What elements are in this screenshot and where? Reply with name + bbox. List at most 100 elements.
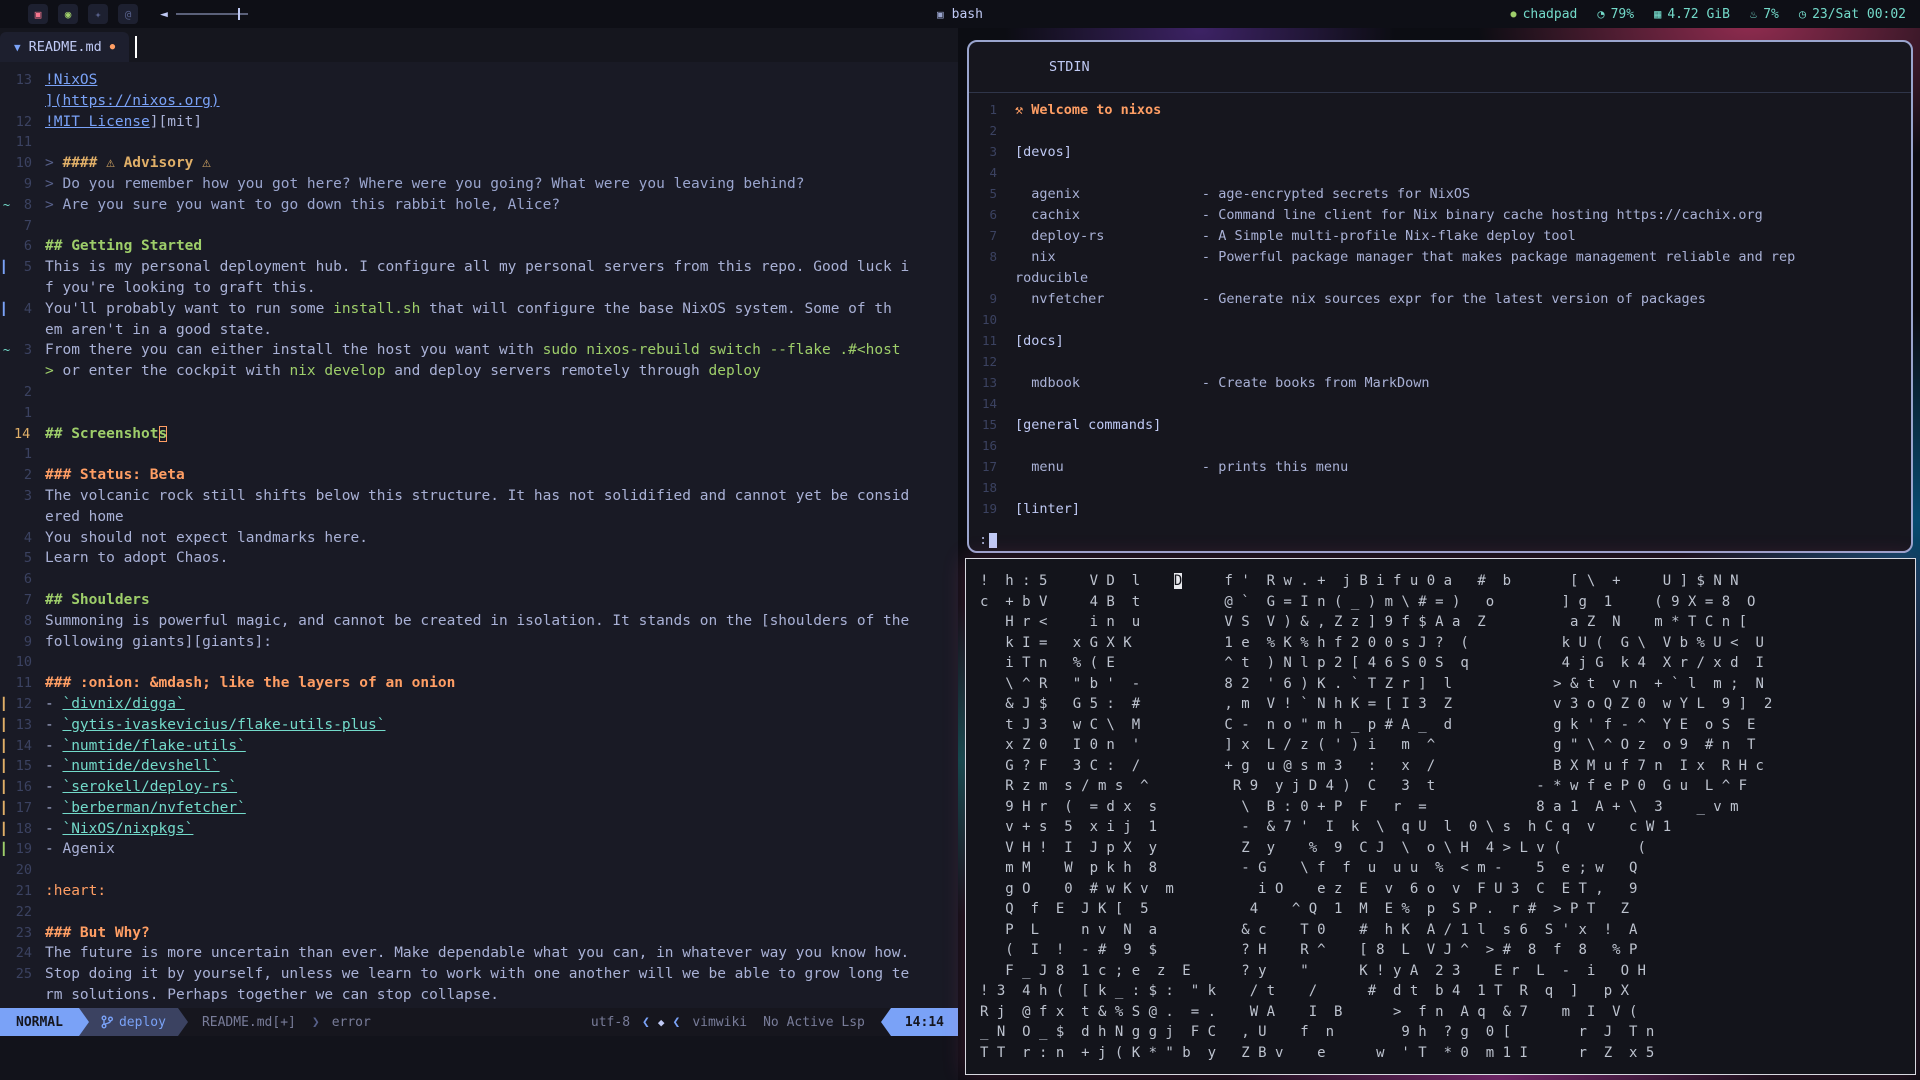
- editor-line[interactable]: 20: [0, 860, 958, 881]
- editor-line[interactable]: 12 !MIT License][mit]: [0, 112, 958, 133]
- volume-slider[interactable]: [175, 8, 248, 20]
- glyph-row: g O 0 # w K v m i O e z E v 6 o v F U 3 …: [980, 880, 1638, 897]
- editor-line[interactable]: 10 > #### ⚠ Advisory ⚠: [0, 153, 958, 174]
- glyph-row: Q f E J K [ 5 4 ^ Q 1 M E % p S P . r # …: [980, 901, 1630, 917]
- pager-row: 12: [981, 354, 997, 369]
- editor-line[interactable]: 14 ## Screenshots: [0, 424, 958, 445]
- editor-line[interactable]: ▎ 19- Agenix: [0, 839, 958, 860]
- editor-line[interactable]: 1: [0, 444, 958, 465]
- glyph-row: t J 3 w C \ M C - n o " m h _ p # A _ d …: [980, 716, 1756, 733]
- line-number: 3: [23, 487, 32, 504]
- editor-line[interactable]: ▎ 16- `serokell/deploy-rs`: [0, 777, 958, 798]
- terminal-app-icon[interactable]: ▣: [28, 4, 48, 24]
- editor-line[interactable]: ▎ 12- `divnix/digga`: [0, 694, 958, 715]
- editor-line[interactable]: 5 Learn to adopt Chaos.: [0, 548, 958, 569]
- editor-line[interactable]: em aren't in a good state.: [0, 320, 958, 341]
- command-line[interactable]: [0, 1036, 958, 1080]
- chat-app-icon[interactable]: ◉: [58, 4, 78, 24]
- editor-line[interactable]: 6 ## Getting Started: [0, 236, 958, 257]
- chevron-right-icon: ❯: [311, 1014, 320, 1030]
- editor-line[interactable]: ▎ 18- `NixOS/nixpkgs`: [0, 819, 958, 840]
- glyph-row: ! 3 4 h ( [ k _ : $ : " k / t / # d t b …: [980, 983, 1630, 999]
- glyph-row: T T r : n + j ( K * " b y Z B v e w ' T …: [980, 1044, 1655, 1061]
- editor-line[interactable]: 7: [0, 216, 958, 237]
- line-number: 2: [23, 383, 32, 400]
- line-number: 18: [15, 820, 32, 837]
- pager-prompt[interactable]: :: [979, 532, 998, 548]
- git-sign-icon: ▎: [2, 696, 11, 711]
- pager-row: 16: [981, 438, 997, 453]
- editor-line[interactable]: 9 following giants][giants]:: [0, 632, 958, 653]
- line-number: 8: [23, 612, 32, 629]
- glyph-row: ( I ! - # 9 $ ? H R ^ [ 8 L V J ^ > # 8 …: [980, 942, 1638, 958]
- editor-line[interactable]: 2: [0, 382, 958, 403]
- editor-line[interactable]: 3 The volcanic rock still shifts below th…: [0, 486, 958, 507]
- volume-icon[interactable]: ◄: [160, 7, 168, 22]
- pager-row: 13 mdbook - Create books from MarkDown: [981, 374, 1430, 391]
- taskbar-apps: ▣ ◉ ✦ @: [28, 4, 138, 24]
- markdown-icon: ▼: [14, 40, 21, 54]
- editor-line[interactable]: 11: [0, 132, 958, 153]
- modified-dot-icon: ●: [109, 42, 116, 52]
- editor-line[interactable]: 23 ### But Why?: [0, 923, 958, 944]
- editor-line[interactable]: 10: [0, 652, 958, 673]
- git-branch[interactable]: deploy: [88, 1008, 178, 1036]
- editor-window: ▼ README.md ● 13 !NixOS](https://nixos.or…: [0, 28, 958, 1080]
- tabline-caret: [135, 36, 138, 58]
- editor-buffer[interactable]: 13 !NixOS](https://nixos.org) 12 !MIT Licen…: [0, 62, 958, 1006]
- editor-line[interactable]: 22: [0, 902, 958, 923]
- editor-line[interactable]: 11 ### :onion: &mdash; like the layers of…: [0, 673, 958, 694]
- line-number: 11: [15, 675, 32, 692]
- editor-line[interactable]: f you're looking to graft this.: [0, 278, 958, 299]
- editor-line[interactable]: 24 The future is more uncertain than ever…: [0, 943, 958, 964]
- editor-line[interactable]: ered home: [0, 507, 958, 528]
- line-number: 4: [23, 529, 32, 546]
- line-number: 14: [14, 425, 31, 442]
- editor-line[interactable]: 6: [0, 569, 958, 590]
- pager-title: STDIN: [1049, 59, 1090, 75]
- editor-line[interactable]: ▎ 4 You'll probably want to run some insta…: [0, 299, 958, 320]
- editor-line[interactable]: ▎ 5 This is my personal deployment hub. I …: [0, 257, 958, 278]
- line-number: 1: [23, 446, 32, 463]
- powerline-separator: [78, 1008, 89, 1036]
- git-sign-icon: ▎: [2, 800, 11, 815]
- tray-icon-1[interactable]: ✦: [88, 4, 108, 24]
- statusline-spacer: [377, 1008, 583, 1036]
- pager-window: STDIN 1 ⚒ Welcome to nixos 2 3 [devos] 4 5 age…: [967, 40, 1913, 553]
- git-sign-icon: ▎: [2, 738, 11, 753]
- line-number: 6: [23, 238, 32, 255]
- editor-line[interactable]: > or enter the cockpit with nix develop …: [0, 361, 958, 382]
- editor-line[interactable]: 9 > Do you remember how you got here? Whe…: [0, 174, 958, 195]
- git-sign-icon: ▎: [2, 260, 11, 275]
- editor-line[interactable]: rm solutions. Perhaps together we can st…: [0, 985, 958, 1006]
- editor-line[interactable]: ▎ 14- `numtide/flake-utils`: [0, 736, 958, 757]
- glyph-row: R z m s / m s ^ R 9 y j D 4 ) C 3 t - * …: [980, 778, 1748, 794]
- glyph-row: k I = x G X K 1 e % K % h f 2 0 0 s J ? …: [980, 634, 1764, 651]
- glyph-grid: ! h : 5 V D l D f ' R w . + j B i f u 0 …: [966, 559, 1915, 1074]
- editor-line[interactable]: 7 ## Shoulders: [0, 590, 958, 611]
- line-number: 12: [15, 695, 32, 712]
- editor-line[interactable]: 25 Stop doing it by yourself, unless we l…: [0, 964, 958, 985]
- memory-icon: ▦: [1654, 7, 1662, 21]
- mode-indicator: NORMAL: [0, 1008, 79, 1036]
- editor-line[interactable]: 2 ### Status: Beta: [0, 465, 958, 486]
- editor-line[interactable]: ▎ 13- `gytis-ivaskevicius/flake-utils-plu…: [0, 715, 958, 736]
- editor-line[interactable]: 1: [0, 403, 958, 424]
- memory-usage: 4.72 GiB: [1667, 6, 1730, 22]
- tray-icon-2[interactable]: @: [118, 4, 138, 24]
- editor-line[interactable]: 8 Summoning is powerful magic, and cannot…: [0, 611, 958, 632]
- volume-slider-handle[interactable]: [237, 8, 240, 20]
- editor-line[interactable]: 13 !NixOS: [0, 70, 958, 91]
- editor-line[interactable]: 21:heart:: [0, 881, 958, 902]
- line-number: 9: [23, 175, 32, 192]
- editor-line[interactable]: ~3 From there you can either install the …: [0, 340, 958, 361]
- cpu-usage: 7%: [1763, 6, 1779, 22]
- editor-line[interactable]: ▎ 15- `numtide/devshell`: [0, 756, 958, 777]
- tab-readme[interactable]: ▼ README.md ●: [0, 32, 130, 62]
- editor-line[interactable]: ](https://nixos.org): [0, 91, 958, 112]
- glyph-row: _ N O _ $ d h N g g j F C , U f n 9 h ? …: [980, 1024, 1655, 1040]
- editor-line[interactable]: ▎ 17- `berberman/nvfetcher`: [0, 798, 958, 819]
- vim-icon: ◆: [657, 1015, 665, 1029]
- editor-line[interactable]: ~8 > Are you sure you want to go down thi…: [0, 195, 958, 216]
- editor-line[interactable]: 4 You should not expect landmarks here.: [0, 528, 958, 549]
